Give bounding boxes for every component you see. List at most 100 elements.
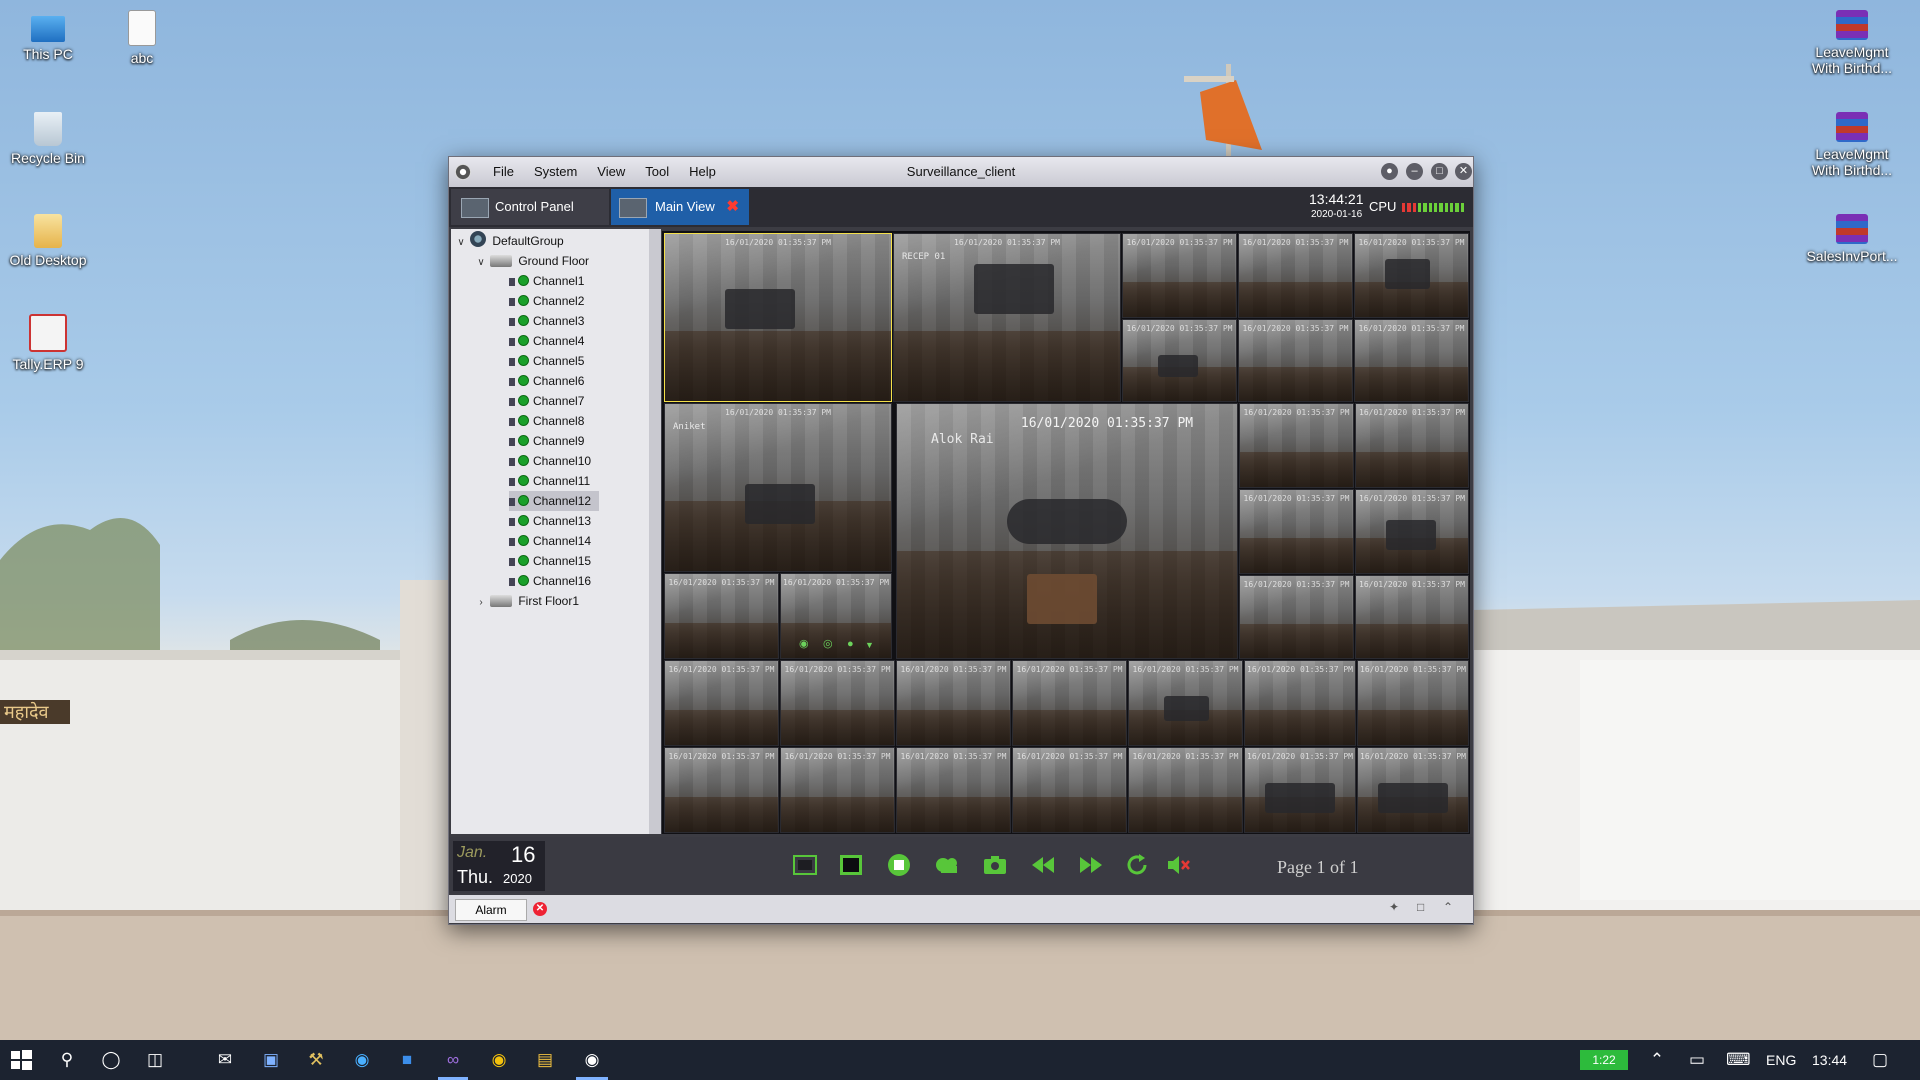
chevron-down-icon[interactable]: ▼: [865, 640, 874, 650]
chrome-icon[interactable]: ◉: [487, 1048, 511, 1072]
chevron-right-icon[interactable]: ›: [475, 593, 487, 613]
tree-group-ground-floor[interactable]: ∨ Ground Floor: [475, 251, 589, 271]
tree-channel[interactable]: Channel11: [509, 471, 598, 491]
title-bar[interactable]: File System View Tool Help Surveillance_…: [449, 157, 1473, 187]
task-view-icon[interactable]: ◫: [143, 1048, 167, 1072]
tree-channel[interactable]: Channel10: [509, 451, 599, 471]
tree-channel[interactable]: Channel14: [509, 531, 599, 551]
video-tile[interactable]: 16/01/2020 01:35:37 PM: [896, 747, 1011, 833]
tree-channel[interactable]: Channel16: [509, 571, 599, 591]
taskbar-clock[interactable]: 13:44: [1812, 1052, 1847, 1068]
alarm-off-icon[interactable]: ✕: [533, 902, 547, 916]
video-tile[interactable]: 16/01/2020 01:35:37 PM: [896, 660, 1011, 746]
tree-channel[interactable]: Channel5: [509, 351, 592, 371]
tree-group-first-floor[interactable]: › First Floor1: [475, 591, 579, 611]
video-tile[interactable]: 16/01/2020 01:35:37 PM: [664, 233, 892, 402]
tree-channel[interactable]: Channel13: [509, 511, 599, 531]
chevron-up-icon[interactable]: ⌃: [1645, 1048, 1669, 1072]
notifications-icon[interactable]: ▢: [1868, 1048, 1892, 1072]
video-tile[interactable]: 16/01/2020 01:35:37 PM: [1244, 747, 1356, 833]
video-tile[interactable]: 16/01/2020 01:35:37 PM: [780, 660, 895, 746]
video-tile[interactable]: 16/01/2020 01:35:37 PM: [1012, 660, 1127, 746]
desktop-icon-salesinvport[interactable]: SalesInvPort...: [1804, 214, 1900, 264]
stop-icon[interactable]: [885, 851, 913, 879]
video-tile[interactable]: 16/01/2020 01:35:37 PM: [780, 747, 895, 833]
app-icon[interactable]: ▣: [259, 1048, 283, 1072]
close-button[interactable]: ✕: [1455, 163, 1472, 180]
video-tile[interactable]: 16/01/2020 01:35:37 PM: [1244, 660, 1356, 746]
tree-channel[interactable]: Channel8: [509, 411, 592, 431]
video-tile[interactable]: 16/01/2020 01:35:37 PM: [664, 573, 779, 659]
maximize-button[interactable]: □: [1431, 163, 1448, 180]
user-icon[interactable]: ●: [847, 638, 854, 650]
sidebar-scrollbar[interactable]: [649, 229, 661, 834]
mute-icon[interactable]: [1165, 851, 1193, 879]
video-tile[interactable]: 16/01/2020 01:35:37 PM: [1238, 233, 1353, 318]
fullscreen-icon[interactable]: [791, 851, 819, 879]
video-tile[interactable]: 16/01/2020 01:35:37 PM: [1355, 575, 1469, 659]
video-tile[interactable]: Aniket 16/01/2020 01:35:37 PM: [664, 403, 892, 572]
close-tab-icon[interactable]: ✖: [726, 189, 739, 225]
outlook-icon[interactable]: ■: [395, 1048, 419, 1072]
tree-channel[interactable]: Channel15: [509, 551, 599, 571]
tab-control-panel[interactable]: Control Panel: [451, 189, 609, 225]
battery-icon[interactable]: ▭: [1685, 1048, 1709, 1072]
video-tile[interactable]: 16/01/2020 01:35:37 PM: [1357, 660, 1469, 746]
record-video-icon[interactable]: [933, 851, 961, 879]
cortana-icon[interactable]: ◯: [99, 1048, 123, 1072]
refresh-icon[interactable]: [1123, 851, 1151, 879]
desktop-icon-abc[interactable]: abc: [94, 10, 190, 66]
video-tile[interactable]: 16/01/2020 01:35:37 PM: [1355, 403, 1469, 488]
tree-channel[interactable]: Channel9: [509, 431, 592, 451]
desktop-icon-this-pc[interactable]: This PC: [0, 10, 96, 62]
desktop-icon-leavemgmt-1[interactable]: LeaveMgmt With Birthd...: [1804, 10, 1900, 76]
chevron-down-icon[interactable]: ∨: [475, 253, 487, 273]
search-icon[interactable]: ⚲: [55, 1048, 79, 1072]
desktop-icon-recycle-bin[interactable]: Recycle Bin: [0, 112, 96, 166]
tree-channel[interactable]: Channel4: [509, 331, 592, 351]
single-view-icon[interactable]: [837, 851, 865, 879]
globe-icon[interactable]: ◉: [350, 1048, 374, 1072]
start-windows-icon[interactable]: [9, 1048, 33, 1072]
record-icon[interactable]: ◎: [823, 637, 833, 650]
tree-channel[interactable]: Channel1: [509, 271, 592, 291]
video-tile[interactable]: 16/01/2020 01:35:37 PM: [1239, 489, 1354, 574]
tools-icon[interactable]: ⚒: [304, 1048, 328, 1072]
video-tile[interactable]: 16/01/2020 01:35:37 PM: [1128, 747, 1243, 833]
tree-channel[interactable]: Channel6: [509, 371, 592, 391]
mail-icon[interactable]: ✉: [213, 1048, 237, 1072]
fast-forward-icon[interactable]: [1077, 851, 1105, 879]
alarm-button[interactable]: Alarm: [455, 899, 527, 921]
video-tile[interactable]: 16/01/2020 01:35:37 PM: [1239, 403, 1354, 488]
video-tile[interactable]: 16/01/2020 01:35:37 PM: [1239, 575, 1354, 659]
video-tile[interactable]: 16/01/2020 01:35:37 PM: [664, 747, 779, 833]
battery-indicator[interactable]: 1:22: [1580, 1050, 1628, 1070]
tree-root-defaultgroup[interactable]: ∨ DefaultGroup: [455, 231, 564, 251]
collapse-icon[interactable]: ⌃: [1443, 900, 1453, 914]
pin-icon[interactable]: ✦: [1389, 900, 1399, 914]
snapshot-icon[interactable]: ◉: [799, 637, 809, 650]
video-tile[interactable]: 16/01/2020 01:35:37 PM: [664, 660, 779, 746]
keyboard-icon[interactable]: ⌨: [1726, 1048, 1751, 1072]
video-tile[interactable]: 16/01/2020 01:35:37 PM: [1122, 319, 1237, 402]
tree-channel[interactable]: Channel2: [509, 291, 592, 311]
video-tile[interactable]: 16/01/2020 01:35:37 PM: [1012, 747, 1127, 833]
file-explorer-icon[interactable]: ▤: [533, 1048, 557, 1072]
video-tile[interactable]: 16/01/2020 01:35:37 PM: [1122, 233, 1237, 318]
desktop-icon-leavemgmt-2[interactable]: LeaveMgmt With Birthd...: [1804, 112, 1900, 178]
video-tile[interactable]: 16/01/2020 01:35:37 PM: [1354, 233, 1469, 318]
tree-channel[interactable]: Channel12: [509, 491, 600, 511]
chevron-down-icon[interactable]: ∨: [455, 233, 467, 253]
lock-button[interactable]: ●: [1381, 163, 1398, 180]
tab-main-view[interactable]: Main View ✖: [611, 189, 749, 225]
surveillance-app-icon[interactable]: ◉: [580, 1048, 604, 1072]
video-tile[interactable]: 16/01/2020 01:35:37 PM ◉ ◎ ● ▼: [780, 573, 892, 659]
desktop-icon-old-desktop[interactable]: Old Desktop: [0, 214, 96, 268]
video-tile-main[interactable]: Alok Rai 16/01/2020 01:35:37 PM: [896, 403, 1238, 659]
language-indicator[interactable]: ENG: [1766, 1052, 1796, 1068]
video-tile[interactable]: 16/01/2020 01:35:37 PM: [1128, 660, 1243, 746]
video-tile[interactable]: RECEP 01 16/01/2020 01:35:37 PM: [893, 233, 1121, 402]
video-tile[interactable]: 16/01/2020 01:35:37 PM: [1355, 489, 1469, 574]
tree-channel[interactable]: Channel7: [509, 391, 592, 411]
minimize-button[interactable]: –: [1406, 163, 1423, 180]
